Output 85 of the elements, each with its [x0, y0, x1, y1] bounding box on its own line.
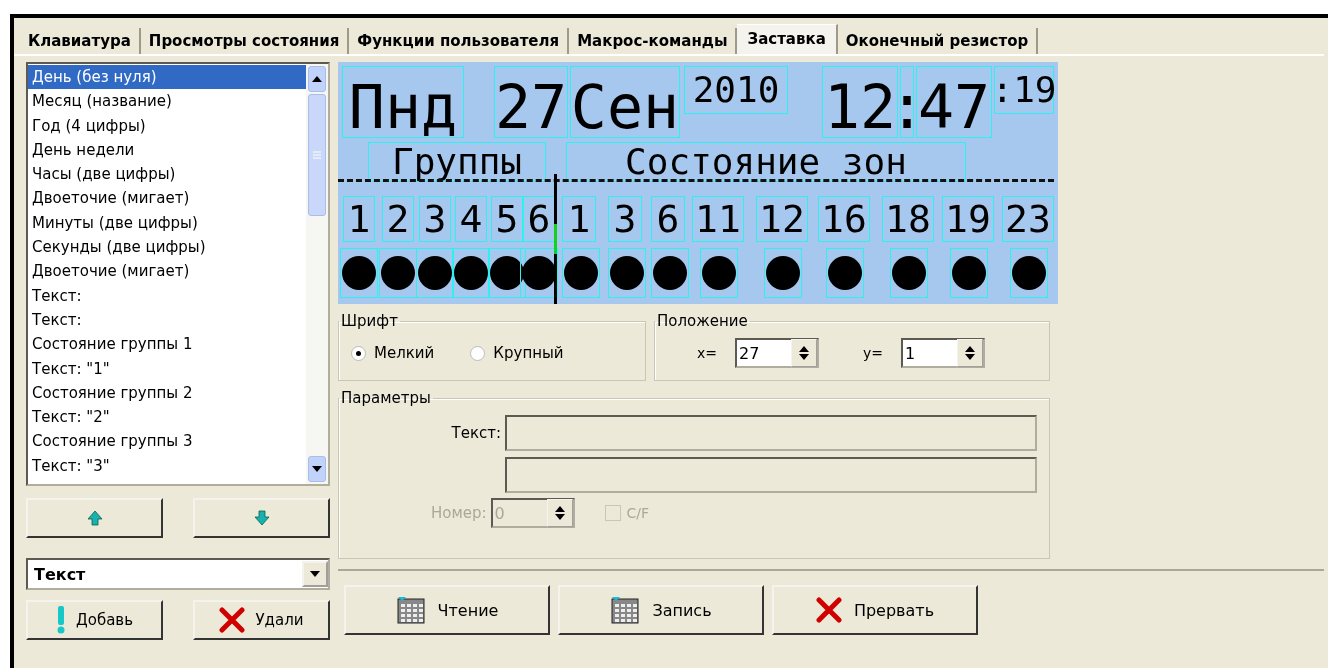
checkbox-label: C/F — [626, 505, 650, 521]
lcd-text[interactable]: 3 — [419, 196, 451, 242]
down-caret-icon — [965, 354, 976, 360]
y-label: y= — [863, 345, 884, 361]
list-item[interactable]: Секунды (две цифры) — [28, 235, 306, 260]
group-title: Положение — [656, 312, 749, 330]
lcd-text[interactable]: 27 — [494, 66, 568, 138]
lcd-text[interactable]: 3 — [608, 196, 642, 242]
down-caret-icon — [554, 514, 565, 520]
lcd-text[interactable]: 2 — [382, 196, 414, 242]
up-caret-icon — [799, 346, 809, 352]
action-button[interactable]: Чтение — [344, 585, 550, 635]
group-title: Шрифт — [340, 312, 399, 330]
list-item[interactable]: Текст: — [28, 307, 306, 333]
down-caret-icon — [799, 354, 809, 360]
lcd-text[interactable]: : — [900, 66, 914, 138]
tab[interactable]: Заставка — [737, 24, 838, 56]
lcd-text[interactable]: 6 — [651, 196, 685, 242]
keypad-icon — [395, 595, 426, 625]
lcd-text[interactable]: Пнд — [342, 66, 464, 138]
list-item[interactable]: День (без нуля) — [28, 65, 306, 90]
action-button[interactable]: Запись — [558, 585, 764, 635]
radio-indicator[interactable] — [470, 345, 486, 361]
lcd-text[interactable]: 23 — [1002, 196, 1054, 242]
x-label: x= — [697, 345, 717, 361]
up-caret-icon — [312, 76, 322, 82]
x-spinbox[interactable]: 27 — [735, 338, 819, 368]
lcd-text[interactable]: Состояние зон — [566, 142, 966, 182]
lcd-text[interactable]: Группы — [368, 142, 546, 182]
text-label: Текст: — [451, 424, 501, 442]
arrow-down-icon — [253, 510, 270, 526]
lcd-text[interactable]: Сен — [570, 66, 680, 138]
radio-label: Крупный — [493, 344, 564, 362]
arrow-up-icon — [86, 510, 103, 526]
cross-icon — [219, 607, 246, 633]
y-spinbox[interactable]: 1 — [901, 338, 986, 368]
list-item[interactable]: Текст: — [28, 283, 306, 308]
lcd-text[interactable]: 2010 — [684, 66, 788, 114]
lcd-text[interactable]: 1 — [562, 196, 596, 242]
action-button[interactable]: Прервать — [772, 585, 978, 635]
number-label: Номер: — [431, 504, 487, 522]
type-dropdown[interactable]: Текст — [26, 558, 330, 590]
exclamation-icon — [56, 606, 66, 634]
lcd-text[interactable]: 11 — [692, 196, 744, 242]
radio-option[interactable]: Крупный — [470, 344, 564, 362]
list-item[interactable]: Текст: "3" — [28, 453, 306, 479]
radio-indicator[interactable] — [351, 345, 366, 361]
lcd-text[interactable]: 1 — [343, 196, 375, 242]
cross-icon — [815, 597, 842, 623]
lcd-text[interactable]: 18 — [882, 196, 934, 242]
move-up-button[interactable] — [26, 498, 163, 538]
lcd-text[interactable]: 19 — [942, 196, 994, 242]
keypad-icon — [610, 595, 641, 625]
delete-button[interactable]: Удали — [193, 600, 330, 640]
list-item[interactable]: Текст: "2" — [28, 405, 306, 430]
down-caret-icon — [310, 571, 320, 577]
list-item[interactable]: Состояние группы 3 — [28, 429, 306, 454]
add-button[interactable]: Добавь — [26, 600, 163, 640]
list-item[interactable]: Месяц (название) — [28, 89, 306, 114]
lcd-text[interactable]: 4 — [455, 196, 487, 242]
list-item[interactable]: Состояние группы 1 — [28, 332, 306, 357]
up-caret-icon — [965, 346, 976, 352]
lcd-text[interactable]: 5 — [491, 196, 523, 242]
list-item[interactable]: Минуты (две цифры) — [28, 210, 306, 236]
group-title: Параметры — [340, 389, 432, 407]
lcd-text[interactable]: 47 — [916, 66, 992, 138]
lcd-text[interactable]: 16 — [818, 196, 870, 242]
list-item[interactable]: Часы (две цифры) — [28, 162, 306, 187]
radio-label: Мелкий — [374, 344, 435, 362]
list-item[interactable]: День недели — [28, 137, 306, 163]
radio-option[interactable]: Мелкий — [351, 344, 435, 362]
grip-icon — [313, 151, 321, 159]
list-item[interactable]: Состояние группы 2 — [28, 380, 306, 406]
lcd-text[interactable]: :19 — [994, 66, 1054, 114]
scroll-thumb[interactable] — [308, 94, 326, 216]
lcd-text[interactable]: 12 — [756, 196, 808, 242]
scrollbar[interactable] — [306, 64, 328, 484]
lcd-text[interactable]: 12 — [822, 66, 898, 138]
up-caret-icon — [554, 506, 565, 512]
list-item[interactable]: Двоеточие (мигает) — [28, 259, 306, 284]
down-caret-icon — [312, 466, 322, 472]
list-item[interactable]: Текст: "1" — [28, 356, 306, 381]
list-item[interactable]: Двоеточие (мигает) — [28, 186, 306, 211]
move-down-button[interactable] — [193, 498, 330, 538]
list-item[interactable]: Год (4 цифры) — [28, 113, 306, 138]
